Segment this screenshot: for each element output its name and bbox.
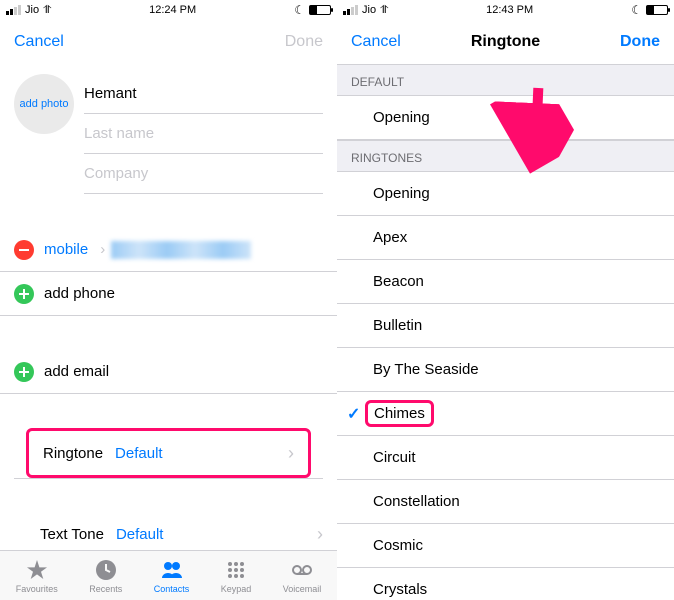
list-item[interactable]: Constellation (337, 480, 674, 524)
done-button[interactable]: Done (620, 33, 660, 51)
tab-bar: Favourites Recents Contacts Keypad Voice… (0, 550, 337, 600)
texttone-value: Default (116, 526, 164, 543)
section-ringtones-header: RINGTONES (337, 140, 674, 172)
first-name-field[interactable]: Hemant (84, 74, 323, 114)
list-item[interactable]: Crystals (337, 568, 674, 600)
section-default-header: DEFAULT (337, 64, 674, 96)
clock: 12:43 PM (486, 4, 533, 16)
add-phone-label: add phone (44, 285, 115, 302)
signal-icon (6, 5, 21, 15)
list-item[interactable]: Apex (337, 216, 674, 260)
battery-icon (646, 5, 668, 15)
ringtone-value: Default (115, 445, 163, 462)
texttone-label: Text Tone (40, 526, 104, 543)
selected-highlight: Chimes (365, 400, 434, 427)
tab-voicemail[interactable]: Voicemail (283, 558, 322, 594)
ringtone-row[interactable]: Ringtone Default › (29, 431, 308, 475)
tab-keypad[interactable]: Keypad (221, 558, 252, 594)
tab-recents[interactable]: Recents (89, 558, 122, 594)
last-name-field[interactable]: Last name (84, 114, 323, 154)
cancel-button[interactable]: Cancel (351, 33, 401, 51)
delete-phone-icon[interactable] (14, 240, 34, 260)
tab-favourites[interactable]: Favourites (16, 558, 58, 594)
chevron-right-icon: › (317, 524, 323, 545)
done-button[interactable]: Done (285, 33, 323, 51)
contact-edit-screen: Jio ⥣ 12:24 PM ☾ Cancel Done add photo H… (0, 0, 337, 600)
dnd-icon: ☾ (294, 3, 305, 17)
list-item[interactable]: Bulletin (337, 304, 674, 348)
carrier-label: Jio (362, 4, 376, 16)
ringtone-label: Ringtone (43, 445, 103, 462)
ringtone-highlight: Ringtone Default › (26, 428, 311, 478)
chevron-right-icon: › (288, 443, 294, 464)
cancel-button[interactable]: Cancel (14, 33, 64, 51)
phone-number-blurred[interactable] (111, 241, 251, 259)
carrier-label: Jio (25, 4, 39, 16)
chevron-right-icon: › (100, 241, 105, 258)
phone-row[interactable]: mobile › (0, 228, 337, 272)
texttone-row[interactable]: Text Tone Default › (0, 513, 337, 550)
list-item[interactable]: By The Seaside (337, 348, 674, 392)
status-bar: Jio ⥣ 12:43 PM ☾ (337, 0, 674, 20)
star-icon (25, 558, 49, 582)
add-phone-icon (14, 284, 34, 304)
checkmark-icon: ✓ (347, 404, 360, 424)
signal-icon (343, 5, 358, 15)
phone-type-label[interactable]: mobile (44, 241, 88, 258)
status-bar: Jio ⥣ 12:24 PM ☾ (0, 0, 337, 20)
list-item[interactable]: Opening (337, 172, 674, 216)
add-photo-button[interactable]: add photo (14, 74, 74, 134)
list-item[interactable]: Beacon (337, 260, 674, 304)
dnd-icon: ☾ (631, 3, 642, 17)
add-email-label: add email (44, 363, 109, 380)
add-email-icon (14, 362, 34, 382)
list-item[interactable]: Circuit (337, 436, 674, 480)
ringtone-picker-screen: Jio ⥣ 12:43 PM ☾ Cancel Ringtone Done DE… (337, 0, 674, 600)
contacts-icon (160, 558, 184, 582)
page-title: Ringtone (471, 33, 540, 51)
voicemail-icon (290, 558, 314, 582)
list-item[interactable]: ✓Chimes (337, 392, 674, 436)
battery-icon (309, 5, 331, 15)
add-email-row[interactable]: add email (0, 350, 337, 394)
clock: 12:24 PM (149, 4, 196, 16)
nav-bar: Cancel Done (0, 20, 337, 64)
list-item[interactable]: Cosmic (337, 524, 674, 568)
tab-contacts[interactable]: Contacts (154, 558, 190, 594)
add-phone-row[interactable]: add phone (0, 272, 337, 316)
clock-icon (94, 558, 118, 582)
nav-bar: Cancel Ringtone Done (337, 20, 674, 64)
keypad-icon (224, 558, 248, 582)
company-field[interactable]: Company (84, 154, 323, 194)
